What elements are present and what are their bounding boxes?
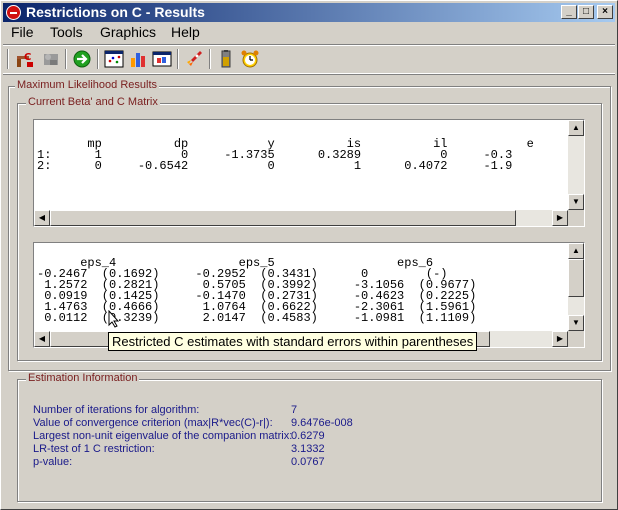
scroll-corner bbox=[568, 331, 584, 347]
restrictions-icon[interactable]: C bbox=[14, 48, 36, 70]
disabled-tool-icon[interactable] bbox=[40, 48, 62, 70]
scroll-thumb[interactable] bbox=[50, 210, 516, 226]
tooltip: Restricted C estimates with standard err… bbox=[108, 332, 478, 351]
bar-chart-icon[interactable] bbox=[127, 48, 149, 70]
beta-matrix-pane[interactable]: mp dp y is il e 1: 1 0 -1.3735 0.3289 0 … bbox=[33, 119, 585, 227]
toolbar: C bbox=[3, 44, 615, 74]
scroll-down-button[interactable]: ▼ bbox=[568, 315, 584, 331]
lr-test-label: LR-test of 1 C restriction: bbox=[33, 443, 155, 455]
toolbar-separator bbox=[209, 49, 211, 69]
iterations-value: 7 bbox=[291, 404, 298, 416]
beta-vertical-scrollbar[interactable]: ▲ ▼ bbox=[568, 120, 584, 210]
main-window: Restrictions on C - Results _ □ × File T… bbox=[0, 0, 618, 510]
rocket-icon[interactable] bbox=[183, 48, 205, 70]
toolbar-separator bbox=[177, 49, 179, 69]
app-icon[interactable] bbox=[6, 5, 21, 20]
convergence-label: Value of convergence criterion (max|R*ve… bbox=[33, 417, 273, 429]
scroll-left-button[interactable]: ◀ bbox=[34, 210, 50, 226]
scroll-left-button[interactable]: ◀ bbox=[34, 331, 50, 347]
scatter-plot-icon[interactable] bbox=[103, 48, 125, 70]
toolbar-grip bbox=[7, 49, 9, 69]
scroll-down-button[interactable]: ▼ bbox=[568, 194, 584, 210]
beta-row-2: 2: 0 -0.6542 0 1 0.4072 -1.9 bbox=[37, 159, 513, 173]
menu-file[interactable]: File bbox=[11, 24, 34, 40]
close-button[interactable]: × bbox=[597, 5, 613, 19]
alarm-clock-icon[interactable] bbox=[239, 48, 261, 70]
minimize-button[interactable]: _ bbox=[561, 5, 577, 19]
scroll-up-button[interactable]: ▲ bbox=[568, 120, 584, 136]
title-bar[interactable]: Restrictions on C - Results _ □ × bbox=[3, 3, 615, 22]
scroll-right-button[interactable]: ▶ bbox=[552, 210, 568, 226]
matrix-legend: Current Beta' and C Matrix bbox=[26, 96, 160, 108]
scroll-corner bbox=[568, 210, 584, 226]
menu-help[interactable]: Help bbox=[171, 24, 200, 40]
graph-window-icon[interactable] bbox=[151, 48, 173, 70]
iterations-label: Number of iterations for algorithm: bbox=[33, 404, 200, 416]
scroll-thumb[interactable] bbox=[568, 259, 584, 297]
battery-icon[interactable] bbox=[215, 48, 237, 70]
lr-test-value: 3.1332 bbox=[291, 443, 325, 455]
menu-graphics[interactable]: Graphics bbox=[100, 24, 156, 40]
svg-text:C: C bbox=[24, 52, 31, 63]
maximize-button[interactable]: □ bbox=[578, 5, 594, 19]
convergence-value: 9.6476e-008 bbox=[291, 417, 353, 429]
menu-bar: File Tools Graphics Help bbox=[3, 23, 615, 41]
p-value-label: p-value: bbox=[33, 456, 73, 468]
menu-tools[interactable]: Tools bbox=[50, 24, 83, 40]
scroll-right-button[interactable]: ▶ bbox=[552, 331, 568, 347]
estimation-legend: Estimation Information bbox=[26, 372, 140, 384]
c-row-5: 0.0112 (0.3239) 2.0147 (0.4583) -1.0981 … bbox=[37, 311, 477, 325]
mouse-cursor-icon bbox=[108, 310, 120, 328]
go-arrow-icon[interactable] bbox=[71, 48, 93, 70]
window-title: Restrictions on C - Results bbox=[26, 4, 205, 20]
toolbar-separator bbox=[97, 49, 99, 69]
p-value-value: 0.0767 bbox=[291, 456, 325, 468]
beta-horizontal-scrollbar[interactable]: ◀ ▶ bbox=[34, 210, 568, 226]
toolbar-separator bbox=[65, 49, 67, 69]
eigenvalue-label: Largest non-unit eigenvalue of the compa… bbox=[33, 430, 293, 442]
c-vertical-scrollbar[interactable]: ▲ ▼ bbox=[568, 243, 584, 331]
scroll-up-button[interactable]: ▲ bbox=[568, 243, 584, 259]
eigenvalue-value: 0.6279 bbox=[291, 430, 325, 442]
ml-results-legend: Maximum Likelihood Results bbox=[15, 79, 159, 91]
